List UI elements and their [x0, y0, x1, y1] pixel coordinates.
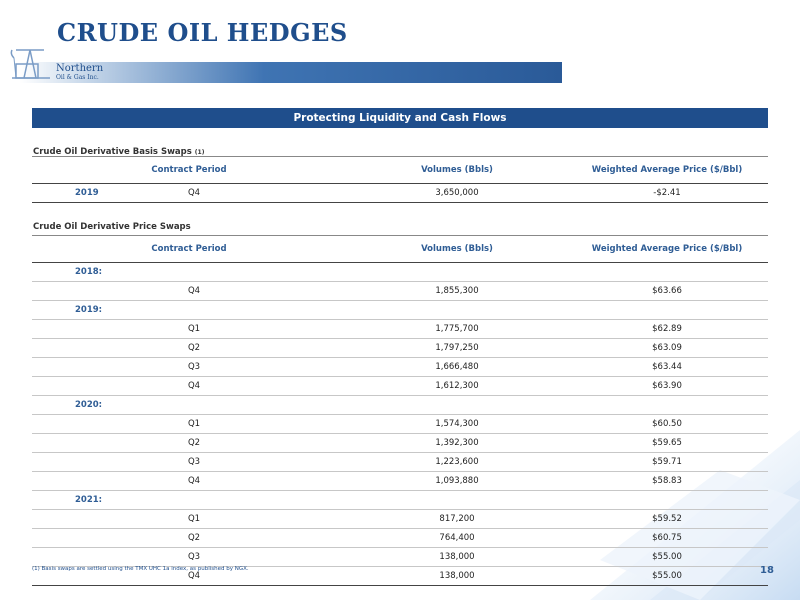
period-cell: Q1: [187, 419, 201, 429]
volume-cell: 138,000: [439, 552, 475, 562]
year-group-row: 2019:: [32, 301, 768, 320]
page-number: 18: [760, 565, 774, 576]
year-label: 2020:: [75, 400, 103, 410]
volume-cell: 1,612,300: [435, 381, 479, 391]
page-title: CRUDE OIL HEDGES: [57, 18, 348, 47]
price-cell: $60.75: [652, 533, 682, 543]
volume-cell: 1,666,480: [435, 362, 479, 372]
period-cell: Q1: [187, 514, 201, 524]
company-logo-text: Northern Oil & Gas Inc.: [56, 64, 103, 81]
section-banner: Protecting Liquidity and Cash Flows: [32, 108, 768, 128]
period-cell: Q3: [187, 552, 201, 562]
price-cell: $59.65: [652, 438, 682, 448]
header-volumes: Volumes (Bbls): [421, 165, 493, 175]
table-header-row: Contract Period Volumes (Bbls) Weighted …: [32, 156, 768, 184]
year-group-row: 2020:: [32, 396, 768, 415]
volume-cell: 764,400: [439, 533, 475, 543]
period-cell: Q2: [187, 533, 201, 543]
table-row: Q3 1,666,480 $63.44: [32, 358, 768, 377]
basis-swaps-table: Contract Period Volumes (Bbls) Weighted …: [32, 156, 768, 203]
volume-cell: 1,775,700: [435, 324, 479, 334]
table-row: Q3 138,000 $55.00: [32, 548, 768, 567]
table-row: Q3 1,223,600 $59.71: [32, 453, 768, 472]
footnote-reference: (1): [194, 149, 205, 156]
price-swaps-table: Contract Period Volumes (Bbls) Weighted …: [32, 235, 768, 586]
volume-cell: 138,000: [439, 571, 475, 581]
price-cell: $63.90: [652, 381, 682, 391]
price-cell: $59.52: [652, 514, 682, 524]
header-weighted-price: Weighted Average Price ($/Bbl): [591, 244, 743, 254]
period-cell: Q3: [187, 457, 201, 467]
logo-line-1: Northern: [56, 63, 104, 74]
table-row: Q4 1,855,300 $63.66: [32, 282, 768, 301]
price-cell: $55.00: [652, 571, 682, 581]
price-cell: $63.66: [652, 286, 682, 296]
year-group-row: 2018:: [32, 263, 768, 282]
volume-cell: 1,797,250: [435, 343, 479, 353]
price-swaps-label: Crude Oil Derivative Price Swaps: [33, 222, 191, 232]
table-row: Q4 1,612,300 $63.90: [32, 377, 768, 396]
table-row: Q2 1,392,300 $59.65: [32, 434, 768, 453]
period-cell: Q1: [187, 324, 201, 334]
table-row: Q2 764,400 $60.75: [32, 529, 768, 548]
header-weighted-price: Weighted Average Price ($/Bbl): [591, 165, 743, 175]
year-label: 2019:: [75, 305, 103, 315]
price-cell: $60.50: [652, 419, 682, 429]
period-cell: Q2: [187, 438, 201, 448]
table-row: Q1 817,200 $59.52: [32, 510, 768, 529]
period-cell: Q4: [187, 476, 201, 486]
year-label: 2021:: [75, 495, 103, 505]
year-label: 2018:: [75, 267, 103, 277]
volume-cell: 817,200: [439, 514, 475, 524]
period-cell: Q2: [187, 343, 201, 353]
volume-cell: 3,650,000: [435, 188, 479, 198]
table-header-row: Contract Period Volumes (Bbls) Weighted …: [32, 235, 768, 263]
volume-cell: 1,392,300: [435, 438, 479, 448]
price-cell: $58.83: [652, 476, 682, 486]
table-row: Q1 1,574,300 $60.50: [32, 415, 768, 434]
header-contract-period: Contract Period: [151, 244, 227, 254]
table-row: Q4 1,093,880 $58.83: [32, 472, 768, 491]
volume-cell: 1,574,300: [435, 419, 479, 429]
volume-cell: 1,855,300: [435, 286, 479, 296]
period-cell: Q4: [187, 381, 201, 391]
logo-line-2: Oil & Gas Inc.: [56, 74, 99, 81]
price-cell: $59.71: [652, 457, 682, 467]
header-volumes: Volumes (Bbls): [421, 244, 493, 254]
price-cell: $63.44: [652, 362, 682, 372]
volume-cell: 1,093,880: [435, 476, 479, 486]
period-cell: Q4: [187, 188, 201, 198]
price-cell: $55.00: [652, 552, 682, 562]
volume-cell: 1,223,600: [435, 457, 479, 467]
price-cell: $63.09: [652, 343, 682, 353]
year-label: 2019: [75, 188, 99, 198]
footnote: (1) Basis swaps are settled using the TM…: [32, 566, 249, 572]
period-cell: Q4: [187, 286, 201, 296]
table-row: Q2 1,797,250 $63.09: [32, 339, 768, 358]
period-cell: Q3: [187, 362, 201, 372]
header-contract-period: Contract Period: [151, 165, 227, 175]
table-row: 2019 Q4 3,650,000 -$2.41: [32, 184, 768, 203]
table-row: Q1 1,775,700 $62.89: [32, 320, 768, 339]
price-cell: $62.89: [652, 324, 682, 334]
year-group-row: 2021:: [32, 491, 768, 510]
price-cell: -$2.41: [653, 188, 681, 198]
oil-pump-jack-icon: [10, 49, 50, 79]
